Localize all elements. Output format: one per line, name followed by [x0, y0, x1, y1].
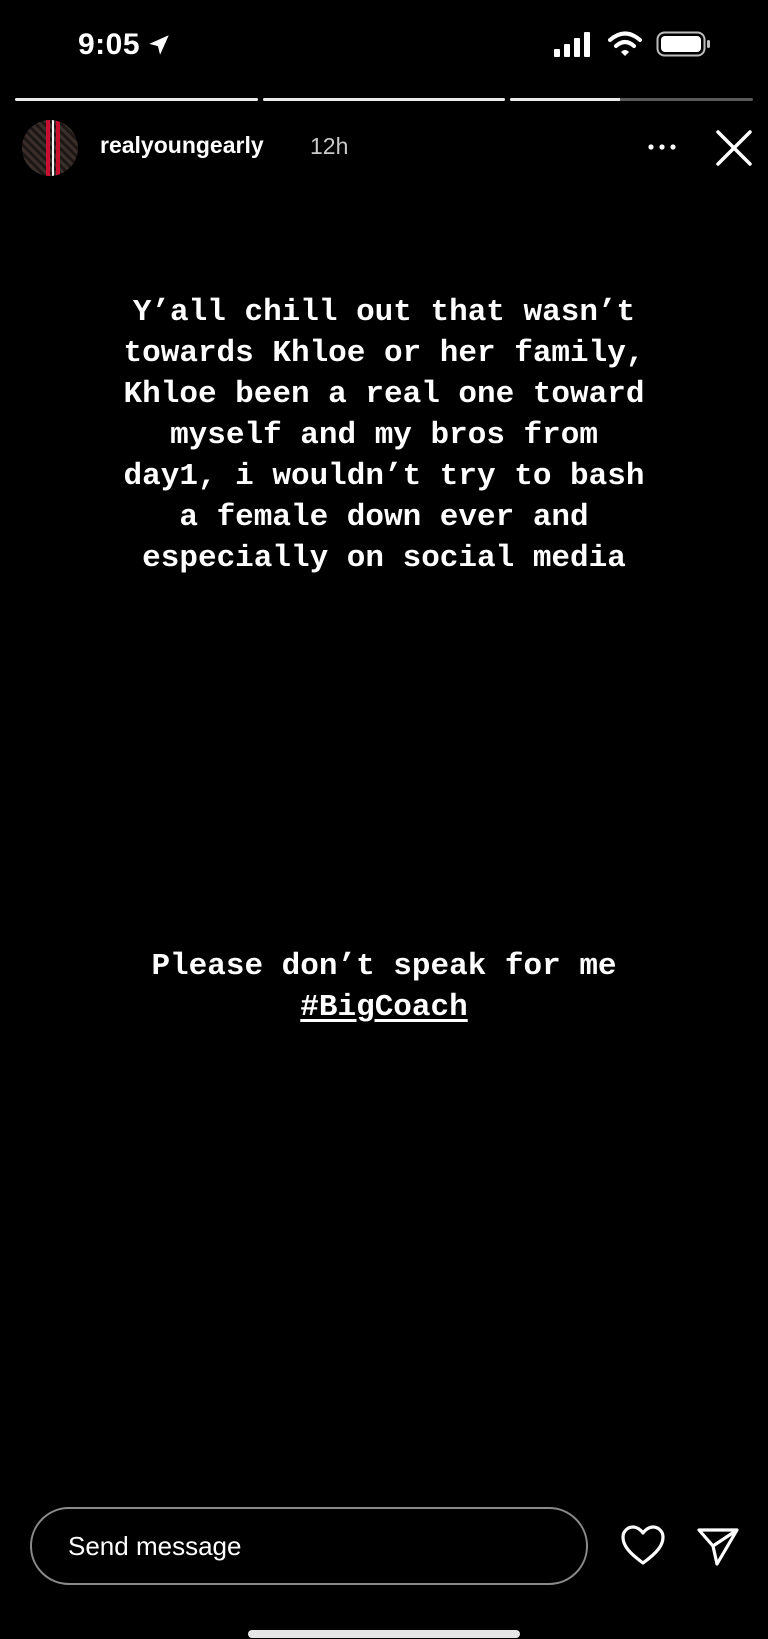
share-button[interactable]	[695, 1524, 741, 1568]
close-button[interactable]	[712, 126, 756, 170]
signal-icon	[554, 32, 590, 57]
story-screen: 9:05 realyoungearly 12h Y’all chill out …	[0, 0, 768, 1639]
home-indicator	[248, 1630, 520, 1638]
clock-time: 9:05	[78, 28, 141, 61]
more-options-button[interactable]	[644, 132, 680, 162]
hashtag-container: #BigCoach	[0, 987, 768, 1028]
progress-segment	[15, 98, 258, 101]
like-button[interactable]	[620, 1524, 666, 1568]
location-arrow-icon	[149, 35, 169, 55]
more-icon	[648, 144, 676, 150]
send-icon	[697, 1528, 739, 1566]
story-main-text: Y’all chill out that wasn’t towards Khlo…	[123, 295, 645, 576]
story-header: realyoungearly 12h	[0, 116, 768, 176]
progress-segment	[510, 98, 754, 101]
close-icon	[716, 130, 752, 166]
send-message-input[interactable]	[30, 1507, 588, 1585]
battery-icon	[656, 31, 710, 57]
hashtag-link[interactable]: #BigCoach	[300, 990, 467, 1025]
status-bar: 9:05	[0, 0, 768, 95]
story-progress	[15, 98, 754, 102]
avatar[interactable]	[22, 120, 78, 176]
wifi-icon	[608, 31, 642, 56]
progress-segment	[262, 98, 506, 101]
time-ago: 12h	[310, 133, 349, 159]
status-icons	[554, 30, 712, 58]
username[interactable]: realyoungearly	[100, 132, 264, 159]
story-second-text: Please don’t speak for me	[151, 949, 617, 984]
heart-icon	[621, 1525, 665, 1565]
status-clock: 9:05	[78, 28, 172, 62]
